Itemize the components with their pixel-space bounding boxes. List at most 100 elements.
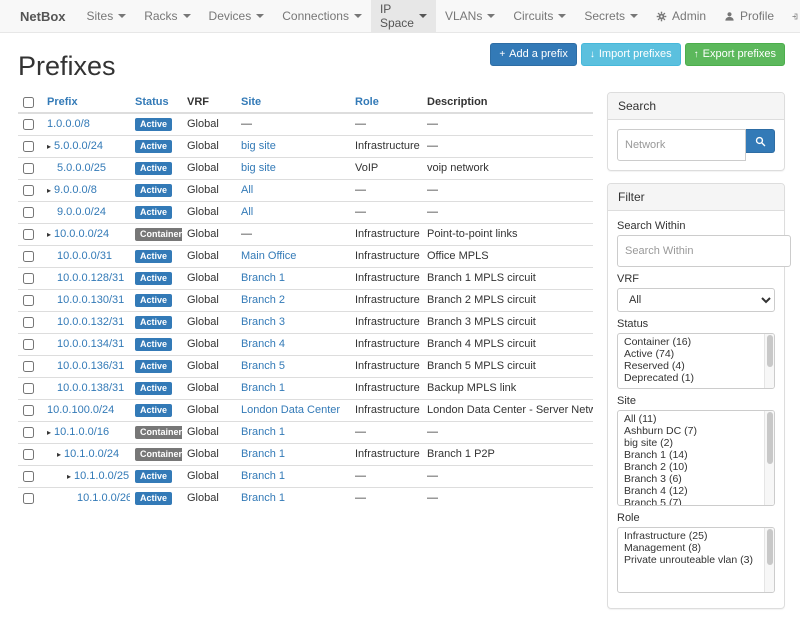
prefix-link[interactable]: 10.1.0.0/25 [74, 470, 129, 482]
list-option[interactable]: Branch 5 (7) [618, 497, 774, 506]
prefix-link[interactable]: 10.0.100.0/24 [47, 404, 114, 416]
column-header-role[interactable]: Role [350, 92, 422, 113]
prefix-link[interactable]: 10.1.0.0/16 [54, 426, 109, 438]
prefix-link[interactable]: 1.0.0.0/8 [47, 118, 90, 130]
prefix-link[interactable]: 10.0.0.0/24 [54, 228, 109, 240]
vrf-select[interactable]: All [617, 288, 775, 312]
expand-caret-icon[interactable]: ▸ [57, 450, 61, 459]
site-link[interactable]: All [241, 184, 253, 196]
export-prefixes-button[interactable]: ↑ Export prefixes [685, 43, 785, 66]
list-option[interactable]: Container (16) [618, 336, 774, 348]
row-checkbox[interactable] [23, 273, 34, 284]
site-link[interactable]: Branch 2 [241, 294, 285, 306]
list-option[interactable]: Ashburn DC (7) [618, 425, 774, 437]
expand-caret-icon[interactable]: ▸ [47, 428, 51, 437]
row-checkbox[interactable] [23, 251, 34, 262]
column-header-status[interactable]: Status [130, 92, 182, 113]
nav-item-devices[interactable]: Devices [200, 0, 274, 32]
expand-caret-icon[interactable]: ▸ [47, 230, 51, 239]
expand-caret-icon[interactable]: ▸ [47, 142, 51, 151]
list-option[interactable]: Management (8) [618, 542, 774, 554]
prefix-link[interactable]: 10.0.0.136/31 [57, 360, 124, 372]
site-link[interactable]: All [241, 206, 253, 218]
prefix-link[interactable]: 9.0.0.0/24 [57, 206, 106, 218]
prefix-link[interactable]: 10.0.0.134/31 [57, 338, 124, 350]
site-link[interactable]: big site [241, 162, 276, 174]
site-link[interactable]: Branch 1 [241, 492, 285, 504]
row-checkbox[interactable] [23, 317, 34, 328]
prefix-link[interactable]: 9.0.0.0/8 [54, 184, 97, 196]
row-checkbox[interactable] [23, 185, 34, 196]
nav-item-circuits[interactable]: Circuits [504, 0, 575, 32]
list-option[interactable]: Branch 3 (6) [618, 473, 774, 485]
site-link[interactable]: Branch 1 [241, 272, 285, 284]
nav-item-profile[interactable]: Profile [715, 0, 783, 32]
site-link[interactable]: Branch 1 [241, 448, 285, 460]
prefix-link[interactable]: 10.0.0.128/31 [57, 272, 124, 284]
prefix-link[interactable]: 5.0.0.0/25 [57, 162, 106, 174]
list-option[interactable]: Active (74) [618, 348, 774, 360]
nav-item-racks[interactable]: Racks [135, 0, 199, 32]
row-checkbox[interactable] [23, 405, 34, 416]
site-link[interactable]: Branch 3 [241, 316, 285, 328]
add-prefix-button[interactable]: + Add a prefix [490, 43, 577, 66]
search-button[interactable] [746, 129, 775, 153]
row-checkbox[interactable] [23, 449, 34, 460]
nav-item-vlans[interactable]: VLANs [436, 0, 504, 32]
prefix-link[interactable]: 10.0.0.138/31 [57, 382, 124, 394]
row-checkbox[interactable] [23, 119, 34, 130]
row-checkbox[interactable] [23, 339, 34, 350]
list-option[interactable]: Branch 4 (12) [618, 485, 774, 497]
list-option[interactable]: Infrastructure (25) [618, 530, 774, 542]
site-link[interactable]: Branch 5 [241, 360, 285, 372]
import-prefixes-button[interactable]: ↓ Import prefixes [581, 43, 681, 66]
prefix-link[interactable]: 10.0.0.132/31 [57, 316, 124, 328]
prefix-link[interactable]: 5.0.0.0/24 [54, 140, 103, 152]
nav-item-secrets[interactable]: Secrets [575, 0, 647, 32]
column-header-prefix[interactable]: Prefix [42, 92, 130, 113]
nav-item-sites[interactable]: Sites [78, 0, 136, 32]
row-checkbox[interactable] [23, 361, 34, 372]
status-filter-list[interactable]: Container (16)Active (74)Reserved (4)Dep… [617, 333, 775, 389]
scrollbar[interactable] [764, 528, 774, 592]
scrollbar[interactable] [764, 334, 774, 388]
prefix-link[interactable]: 10.1.0.0/24 [64, 448, 119, 460]
scrollbar[interactable] [764, 411, 774, 505]
row-checkbox[interactable] [23, 383, 34, 394]
list-option[interactable]: Private unrouteable vlan (3) [618, 554, 774, 566]
site-link[interactable]: big site [241, 140, 276, 152]
select-all-checkbox[interactable] [23, 97, 34, 108]
site-filter-list[interactable]: All (11)Ashburn DC (7)big site (2) Branch… [617, 410, 775, 506]
nav-item-logout[interactable]: Log out [783, 0, 800, 32]
row-checkbox[interactable] [23, 207, 34, 218]
site-link[interactable]: Branch 1 [241, 382, 285, 394]
list-option[interactable]: All (11) [618, 413, 774, 425]
prefix-link[interactable]: 10.0.0.0/31 [57, 250, 112, 262]
site-link[interactable]: London Data Center [241, 404, 340, 416]
search-input[interactable] [617, 129, 746, 161]
search-within-input[interactable] [617, 235, 791, 267]
list-option[interactable]: big site (2) [618, 437, 774, 449]
nav-item-connections[interactable]: Connections [273, 0, 371, 32]
list-option[interactable]: Deprecated (1) [618, 372, 774, 384]
site-link[interactable]: Branch 1 [241, 426, 285, 438]
nav-item-ip-space[interactable]: IP Space [371, 0, 436, 32]
row-checkbox[interactable] [23, 163, 34, 174]
prefix-link[interactable]: 10.1.0.0/26 [77, 492, 130, 504]
role-filter-list[interactable]: Infrastructure (25)Management (8)Private… [617, 527, 775, 593]
site-link[interactable]: Main Office [241, 250, 296, 262]
row-checkbox[interactable] [23, 141, 34, 152]
site-link[interactable]: Branch 1 [241, 470, 285, 482]
brand-logo[interactable]: NetBox [8, 0, 78, 32]
row-checkbox[interactable] [23, 427, 34, 438]
list-option[interactable]: Branch 2 (10) [618, 461, 774, 473]
list-option[interactable]: Reserved (4) [618, 360, 774, 372]
column-header-site[interactable]: Site [236, 92, 350, 113]
row-checkbox[interactable] [23, 229, 34, 240]
row-checkbox[interactable] [23, 471, 34, 482]
row-checkbox[interactable] [23, 493, 34, 504]
row-checkbox[interactable] [23, 295, 34, 306]
site-link[interactable]: Branch 4 [241, 338, 285, 350]
nav-item-admin[interactable]: Admin [647, 0, 715, 32]
expand-caret-icon[interactable]: ▸ [67, 472, 71, 481]
